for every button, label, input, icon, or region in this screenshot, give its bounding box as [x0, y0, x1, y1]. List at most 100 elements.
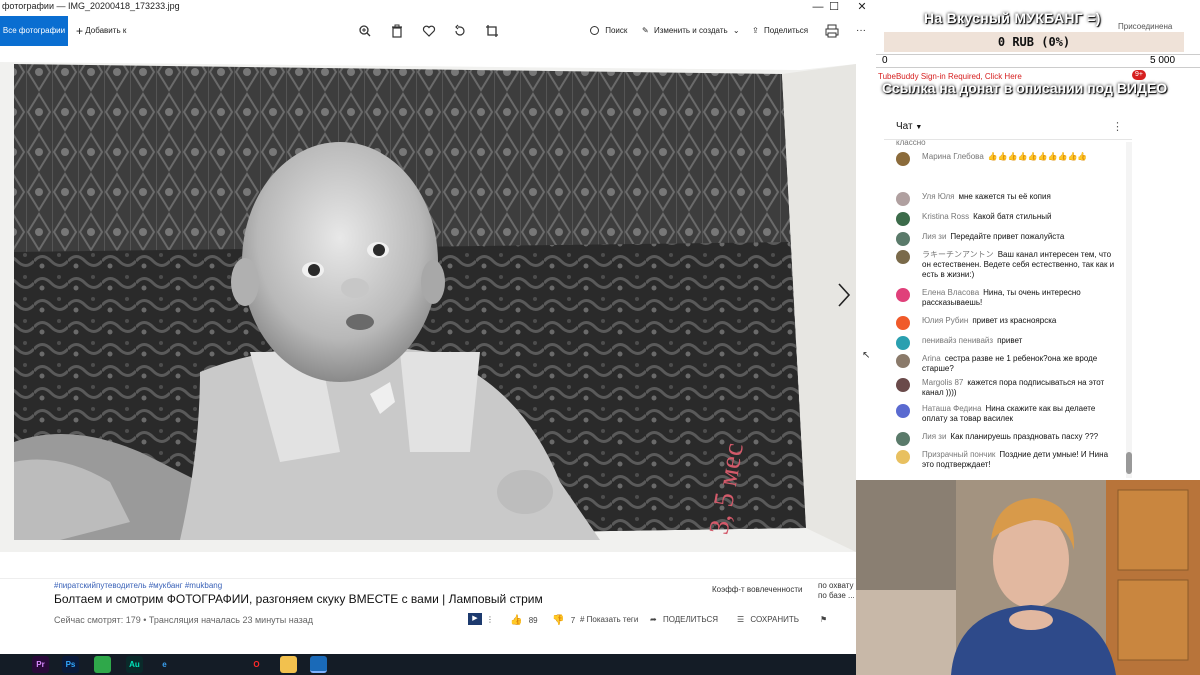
- delete-icon[interactable]: [389, 23, 405, 39]
- opera-icon[interactable]: O: [248, 656, 265, 673]
- chat-avatar[interactable]: [896, 192, 910, 206]
- dislike-button[interactable]: 👎 7: [552, 615, 575, 626]
- next-arrow-icon[interactable]: [836, 282, 852, 308]
- thumb-up-icon: 👍: [510, 615, 523, 626]
- chat-message-body: Лия зи Как планируешь праздновать пасху ?…: [922, 432, 1122, 442]
- chat-avatar[interactable]: [896, 250, 910, 264]
- chat-scroll-thumb[interactable]: [1126, 452, 1132, 474]
- edit-create-button[interactable]: ✎ Изменить и создать ⌄: [642, 16, 740, 46]
- video-title: Болтаем и смотрим ФОТОГРАФИИ, разгоняем …: [54, 592, 543, 606]
- chat-author[interactable]: Лия зи: [922, 432, 946, 441]
- search-button[interactable]: Поиск: [590, 16, 627, 46]
- coverage-line-2: по базе ...: [818, 591, 855, 600]
- window-title: фотографии — IMG_20200418_173233.jpg: [2, 1, 180, 11]
- share-label: Поделиться: [763, 26, 809, 35]
- chat-message: Arina сестра разве не 1 ребенок?она же вр…: [896, 354, 1122, 374]
- engagement-rate: Коэфф-т вовлеченности: [712, 585, 803, 594]
- share-icon: ⇪: [752, 26, 759, 35]
- chat-scrollbar[interactable]: [1126, 142, 1132, 478]
- tubebuddy-button[interactable]: ▶: [468, 613, 482, 625]
- more-actions-icon[interactable]: ⋮: [486, 615, 494, 624]
- chat-avatar[interactable]: [896, 404, 910, 418]
- chat-message-body: Юлия Рубин привет из красноярска: [922, 316, 1122, 326]
- save-video-button[interactable]: ☰ СОХРАНИТЬ: [737, 615, 799, 624]
- chat-author[interactable]: Kristina Ross: [922, 212, 969, 221]
- chat-author[interactable]: Призрачный пончик: [922, 450, 995, 459]
- print-icon[interactable]: [824, 23, 840, 39]
- chat-message: Kristina Ross Какой батя стильный: [896, 212, 1122, 226]
- like-button[interactable]: 👍 89: [510, 615, 538, 626]
- chat-text: Передайте привет пожалуйста: [950, 232, 1065, 241]
- chat-avatar[interactable]: [896, 232, 910, 246]
- chat-avatar[interactable]: [896, 288, 910, 302]
- chat-menu-icon[interactable]: ⋮: [1112, 120, 1123, 133]
- maximize-button[interactable]: ☐: [820, 0, 848, 14]
- chat-message: Призрачный пончик Поздние дети умные! И Н…: [896, 450, 1122, 470]
- explorer-icon[interactable]: [280, 656, 297, 673]
- heart-icon[interactable]: [421, 23, 437, 39]
- chat-author[interactable]: Уля Юля: [922, 192, 955, 201]
- rotate-icon[interactable]: [452, 23, 468, 39]
- chat-text: 👍👍👍👍👍👍👍👍👍👍: [987, 152, 1088, 161]
- chat-message: Лия зи Как планируешь праздновать пасху ?…: [896, 432, 1122, 446]
- chat-author[interactable]: пенивайз пенивайз: [922, 336, 993, 345]
- all-photos-button[interactable]: Все фотографии: [0, 16, 68, 46]
- share-button[interactable]: ⇪ Поделиться: [752, 16, 808, 46]
- chat-text: Как планируешь праздновать пасху ???: [950, 432, 1099, 441]
- photo-viewer[interactable]: 3, 5 мес: [0, 52, 856, 552]
- like-count: 89: [528, 616, 538, 625]
- close-button[interactable]: ✕: [848, 0, 876, 14]
- chat-author[interactable]: Лия зи: [922, 232, 946, 241]
- share-video-button[interactable]: ➦ ПОДЕЛИТЬСЯ: [650, 615, 718, 624]
- windows-taskbar: Pr Ps Au e O: [0, 654, 856, 675]
- photos-app-window: фотографии — IMG_20200418_173233.jpg — ☐…: [0, 0, 876, 580]
- chat-avatar[interactable]: [896, 212, 910, 226]
- premiere-icon[interactable]: Pr: [32, 656, 49, 673]
- chat-message: Margolis 87 кажется пора подписываться на…: [896, 378, 1122, 398]
- add-to-button[interactable]: + Добавить к: [76, 16, 126, 46]
- edit-icon: ✎: [642, 26, 649, 35]
- photoshop-icon[interactable]: Ps: [62, 656, 79, 673]
- app-green-icon[interactable]: [94, 656, 111, 673]
- chat-author[interactable]: Марина Глебова: [922, 152, 984, 161]
- show-tags-button[interactable]: # Показать теги: [580, 615, 638, 624]
- chat-message-body: Наташа Федина Нина скажите как вы делаете…: [922, 404, 1122, 424]
- chat-author[interactable]: Margolis 87: [922, 378, 963, 387]
- chat-avatar[interactable]: [896, 316, 910, 330]
- photos-toolbar: Все фотографии + Добавить к Поиск ✎ Изме…: [0, 16, 876, 46]
- mouse-cursor-icon: ↖: [862, 350, 871, 361]
- chat-avatar[interactable]: [896, 152, 910, 166]
- chat-author[interactable]: Arina: [922, 354, 941, 363]
- chat-message: Лия зи Передайте привет пожалуйста: [896, 232, 1122, 246]
- chevron-down-icon: ⌄: [732, 26, 740, 35]
- crop-icon[interactable]: [484, 23, 500, 39]
- edge-icon[interactable]: e: [156, 656, 173, 673]
- chat-text: привет: [997, 336, 1023, 345]
- chat-author[interactable]: ラキーチンアントン: [922, 250, 994, 259]
- report-flag-icon[interactable]: ⚑: [820, 615, 827, 624]
- chat-avatar[interactable]: [896, 354, 910, 368]
- more-button[interactable]: ···: [856, 16, 866, 46]
- notification-badge[interactable]: 9+: [1132, 70, 1146, 80]
- chat-title[interactable]: Чат ▼: [896, 121, 922, 132]
- obs-icon[interactable]: [188, 656, 205, 673]
- chat-message: Юлия Рубин привет из красноярска: [896, 316, 1122, 330]
- donation-min: 0: [882, 55, 888, 66]
- baby-photo: 3, 5 мес: [0, 62, 856, 552]
- chat-message-body: Призрачный пончик Поздние дети умные! И Н…: [922, 450, 1122, 470]
- chat-author[interactable]: Наташа Федина: [922, 404, 982, 413]
- chat-text: привет из красноярска: [972, 316, 1057, 325]
- chat-author[interactable]: Елена Власова: [922, 288, 979, 297]
- chat-avatar[interactable]: [896, 336, 910, 350]
- zoom-icon[interactable]: [357, 23, 373, 39]
- audition-icon[interactable]: Au: [126, 656, 143, 673]
- photos-icon[interactable]: [310, 656, 327, 673]
- chat-avatar[interactable]: [896, 450, 910, 464]
- plus-icon: +: [76, 24, 84, 38]
- chat-author[interactable]: Юлия Рубин: [922, 316, 968, 325]
- chat-avatar[interactable]: [896, 432, 910, 446]
- chrome-icon[interactable]: [218, 656, 235, 673]
- video-hashtags[interactable]: #пиратскийпутеводитель #мукбанг #mukbang: [54, 581, 222, 590]
- chat-avatar[interactable]: [896, 378, 910, 392]
- youtube-video-info: #пиратскийпутеводитель #мукбанг #mukbang…: [0, 578, 856, 654]
